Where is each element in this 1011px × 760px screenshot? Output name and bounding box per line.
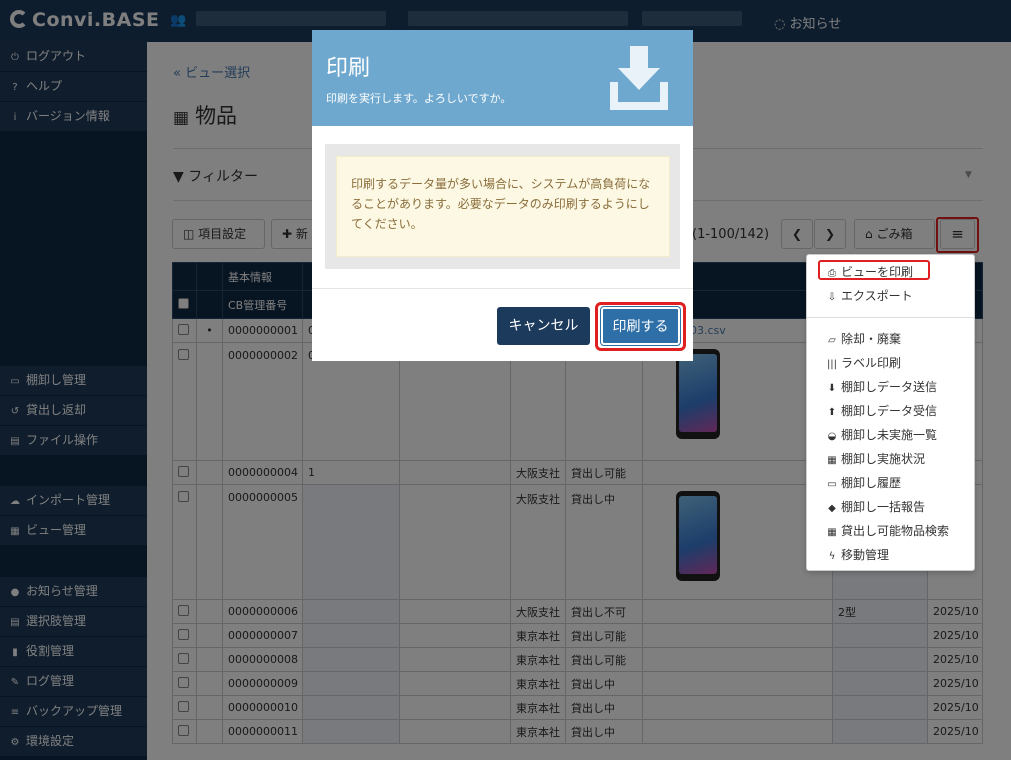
barcode-icon: ||| <box>826 359 838 370</box>
menu-item-transfer[interactable]: ϟ 移動管理 <box>825 546 889 563</box>
inbox-icon: ◒ <box>827 431 837 442</box>
actions-dropdown: ⎙ ビューを印刷 ⇩ エクスポート ▱ 除却・廃棄 ||| ラベル印刷 ⬇ 棚卸しデータ送… <box>806 254 975 571</box>
menu-item-label: 貸出し可能物品検索 <box>841 524 950 538</box>
menu-item-label: 棚卸しデータ送信 <box>841 380 938 394</box>
dialog-title: 印刷 <box>326 56 371 81</box>
menu-item-label: 除却・廃棄 <box>841 332 902 346</box>
menu-item-label: 移動管理 <box>841 548 890 562</box>
calendar-icon: ▦ <box>827 527 837 538</box>
warning-message: 印刷するデータ量が多い場合に、システムが高負荷になることがあります。必要なデータ… <box>336 156 670 257</box>
menu-item-disposal[interactable]: ▱ 除却・廃棄 <box>825 330 901 347</box>
menu-item-label: 棚卸し実施状況 <box>841 452 926 466</box>
menu-item-label-print[interactable]: ||| ラベル印刷 <box>825 354 901 371</box>
menu-item-inventory-pending[interactable]: ◒ 棚卸し未実施一覧 <box>825 426 937 443</box>
menu-divider <box>807 317 974 318</box>
print-icon: ⎙ <box>828 268 836 279</box>
dialog-body: 印刷するデータ量が多い場合に、システムが高負荷になることがあります。必要なデータ… <box>325 144 680 269</box>
menu-item-lendable-search[interactable]: ▦ 貸出し可能物品検索 <box>825 522 949 539</box>
folder-open-icon: ▱ <box>828 335 836 346</box>
menu-item-label: 棚卸し履歴 <box>841 476 902 490</box>
dialog-subtitle: 印刷を実行します。よろしいですか。 <box>326 92 512 105</box>
arrow-circle-up-icon: ⬆ <box>827 407 837 418</box>
menu-item-label: 棚卸しデータ受信 <box>841 404 938 418</box>
menu-item-label: 棚卸し未実施一覧 <box>841 428 938 442</box>
menu-item-label: 棚卸し一括報告 <box>841 500 926 514</box>
dialog-header: 印刷 印刷を実行します。よろしいですか。 <box>312 30 693 126</box>
download-icon <box>610 46 668 110</box>
menu-item-inventory-bulk-report[interactable]: ◆ 棚卸し一括報告 <box>825 498 925 515</box>
bolt-icon: ϟ <box>828 551 836 562</box>
menu-item-label: ラベル印刷 <box>841 356 902 370</box>
menu-item-export[interactable]: ⇩ エクスポート <box>825 287 913 304</box>
menu-item-label: エクスポート <box>841 289 913 303</box>
menu-item-print-view[interactable]: ⎙ ビューを印刷 <box>825 263 913 280</box>
print-button[interactable]: 印刷する <box>601 307 680 345</box>
monitor-icon: ▭ <box>827 479 837 490</box>
arrow-circle-down-icon: ⬇ <box>827 383 837 394</box>
cancel-button[interactable]: キャンセル <box>497 307 590 345</box>
dialog-divider <box>312 288 693 289</box>
table-icon: ▦ <box>827 455 837 466</box>
menu-item-inventory-receive[interactable]: ⬆ 棚卸しデータ受信 <box>825 402 937 419</box>
print-dialog: 印刷 印刷を実行します。よろしいですか。 印刷するデータ量が多い場合に、システム… <box>312 30 693 361</box>
menu-item-inventory-status[interactable]: ▦ 棚卸し実施状況 <box>825 450 925 467</box>
menu-item-label: ビューを印刷 <box>841 265 914 279</box>
menu-item-inventory-history[interactable]: ▭ 棚卸し履歴 <box>825 474 901 491</box>
tags-icon: ◆ <box>828 503 836 514</box>
menu-item-inventory-send[interactable]: ⬇ 棚卸しデータ送信 <box>825 378 937 395</box>
download-icon: ⇩ <box>827 292 837 303</box>
